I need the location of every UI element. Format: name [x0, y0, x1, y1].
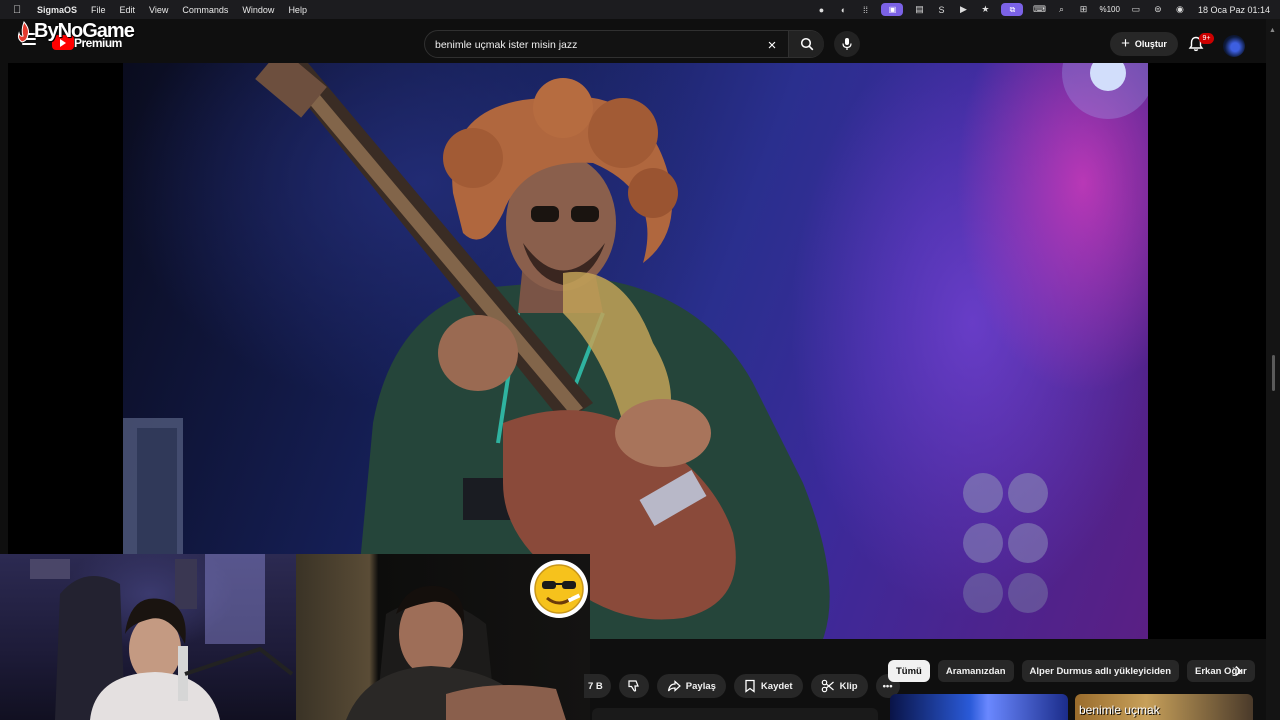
menu-view[interactable]: View	[149, 5, 168, 15]
display-icon[interactable]: ▤	[913, 4, 925, 16]
battery-percent: %100	[1099, 5, 1120, 14]
spotlight-search-icon[interactable]: ⌕	[1055, 4, 1067, 16]
scrollbar-thumb[interactable]	[1272, 355, 1275, 391]
screen:  SigmaOS File Edit View Commands Window…	[0, 0, 1280, 720]
streamer-webcam	[0, 554, 296, 720]
flame-logo-icon	[17, 20, 29, 43]
status-area: ● ◐ ⁞⁞ ▣ ▤ S ▶ ★ ⧉ ⌨ ⌕ ⊞ %100 ▭ ⊜ ◉ 18 O…	[815, 0, 1270, 19]
menu-commands[interactable]: Commands	[182, 5, 228, 15]
window-switch-icon[interactable]: ⧉	[1001, 3, 1024, 16]
search-input[interactable]	[435, 38, 755, 52]
video-player[interactable]	[8, 63, 1266, 639]
microphone-icon	[842, 38, 852, 50]
macos-menu-bar:  SigmaOS File Edit View Commands Window…	[0, 0, 1280, 19]
more-horizontal-icon: •••	[882, 680, 893, 692]
apple-icon[interactable]: 	[13, 4, 27, 16]
thumbs-down-icon	[628, 680, 639, 692]
search-button[interactable]	[788, 31, 824, 57]
recommended-thumbnail-1[interactable]	[890, 694, 1068, 720]
related-filter-chips: Tümü Aramanızdan Alper Durmus adlı yükle…	[888, 660, 1255, 682]
like-button[interactable]: 7 B	[584, 674, 611, 698]
play-circle-icon[interactable]: ▶	[957, 4, 969, 16]
menu-edit[interactable]: Edit	[120, 5, 136, 15]
sunglasses-emoji-icon	[530, 560, 588, 618]
bynogame-logo-text: ByNoGame	[34, 20, 135, 42]
voice-search-button[interactable]	[834, 31, 860, 57]
description-panel-edge	[592, 708, 878, 720]
video-frame[interactable]	[123, 63, 1148, 639]
menu-help[interactable]: Help	[288, 5, 307, 15]
video-scene-illustration	[123, 63, 1148, 639]
screen-share-icon[interactable]: ▣	[881, 3, 904, 16]
page-scrollbar[interactable]: ▲	[1266, 19, 1280, 720]
sync-icon[interactable]: ◐	[837, 4, 849, 16]
share-button[interactable]: Paylaş	[656, 674, 726, 698]
dislike-button[interactable]	[618, 674, 649, 698]
menu-window[interactable]: Window	[242, 5, 274, 15]
clear-search-icon[interactable]: ×	[763, 36, 781, 54]
search-icon	[800, 37, 813, 51]
clip-label: Klip	[839, 680, 858, 692]
siri-icon[interactable]: ◉	[1174, 4, 1186, 16]
save-label: Kaydet	[760, 680, 793, 692]
recommended-thumbnail-2[interactable]: benimle uçmak	[1075, 694, 1253, 720]
account-avatar[interactable]	[1223, 35, 1245, 57]
notification-count-badge: 9+	[1199, 33, 1214, 44]
skype-icon[interactable]: S	[935, 4, 947, 16]
chevron-right-icon	[1235, 665, 1242, 677]
chip-all[interactable]: Tümü	[888, 660, 930, 682]
thumbnail-caption: benimle uçmak	[1079, 703, 1160, 717]
menu-file[interactable]: File	[91, 5, 106, 15]
streamer-webcam-scene	[30, 554, 294, 720]
record-icon[interactable]: ●	[815, 4, 827, 16]
chip-from-search[interactable]: Aramanızdan	[937, 660, 1014, 682]
chips-next-button[interactable]	[1226, 660, 1250, 682]
control-center-icon[interactable]: ⊜	[1152, 4, 1164, 16]
battery-icon[interactable]: ▭	[1130, 4, 1142, 16]
scroll-up-icon[interactable]: ▲	[1269, 27, 1276, 34]
bookmark-icon	[745, 679, 755, 693]
clip-button[interactable]: Klip	[810, 674, 868, 698]
video-actions-row: 7 B Paylaş Kaydet Klip •••	[584, 674, 900, 698]
save-button[interactable]: Kaydet	[733, 674, 803, 698]
keyboard-icon[interactable]: ⌨	[1033, 4, 1046, 16]
menu-clock[interactable]: 18 Oca Paz 01:14	[1198, 5, 1270, 15]
star-icon[interactable]: ★	[979, 4, 991, 16]
control-icon[interactable]: ⊞	[1077, 4, 1089, 16]
scissors-icon	[821, 679, 834, 693]
create-label: Oluştur	[1134, 39, 1167, 49]
youtube-header: Premium × + Oluştur 9+	[8, 19, 1266, 63]
bynogame-overlay-logo: ByNoGame	[16, 20, 135, 43]
plus-icon: +	[1121, 35, 1130, 52]
like-count: 7 B	[588, 680, 603, 692]
grid-icon[interactable]: ⁞⁞	[859, 4, 871, 16]
create-button[interactable]: + Oluştur	[1110, 32, 1178, 56]
chip-from-uploader[interactable]: Alper Durmus adlı yükleyiciden	[1021, 660, 1180, 682]
search-box: ×	[424, 30, 824, 58]
share-icon	[667, 680, 681, 692]
share-label: Paylaş	[685, 680, 716, 692]
menu-app-name[interactable]: SigmaOS	[37, 5, 77, 15]
